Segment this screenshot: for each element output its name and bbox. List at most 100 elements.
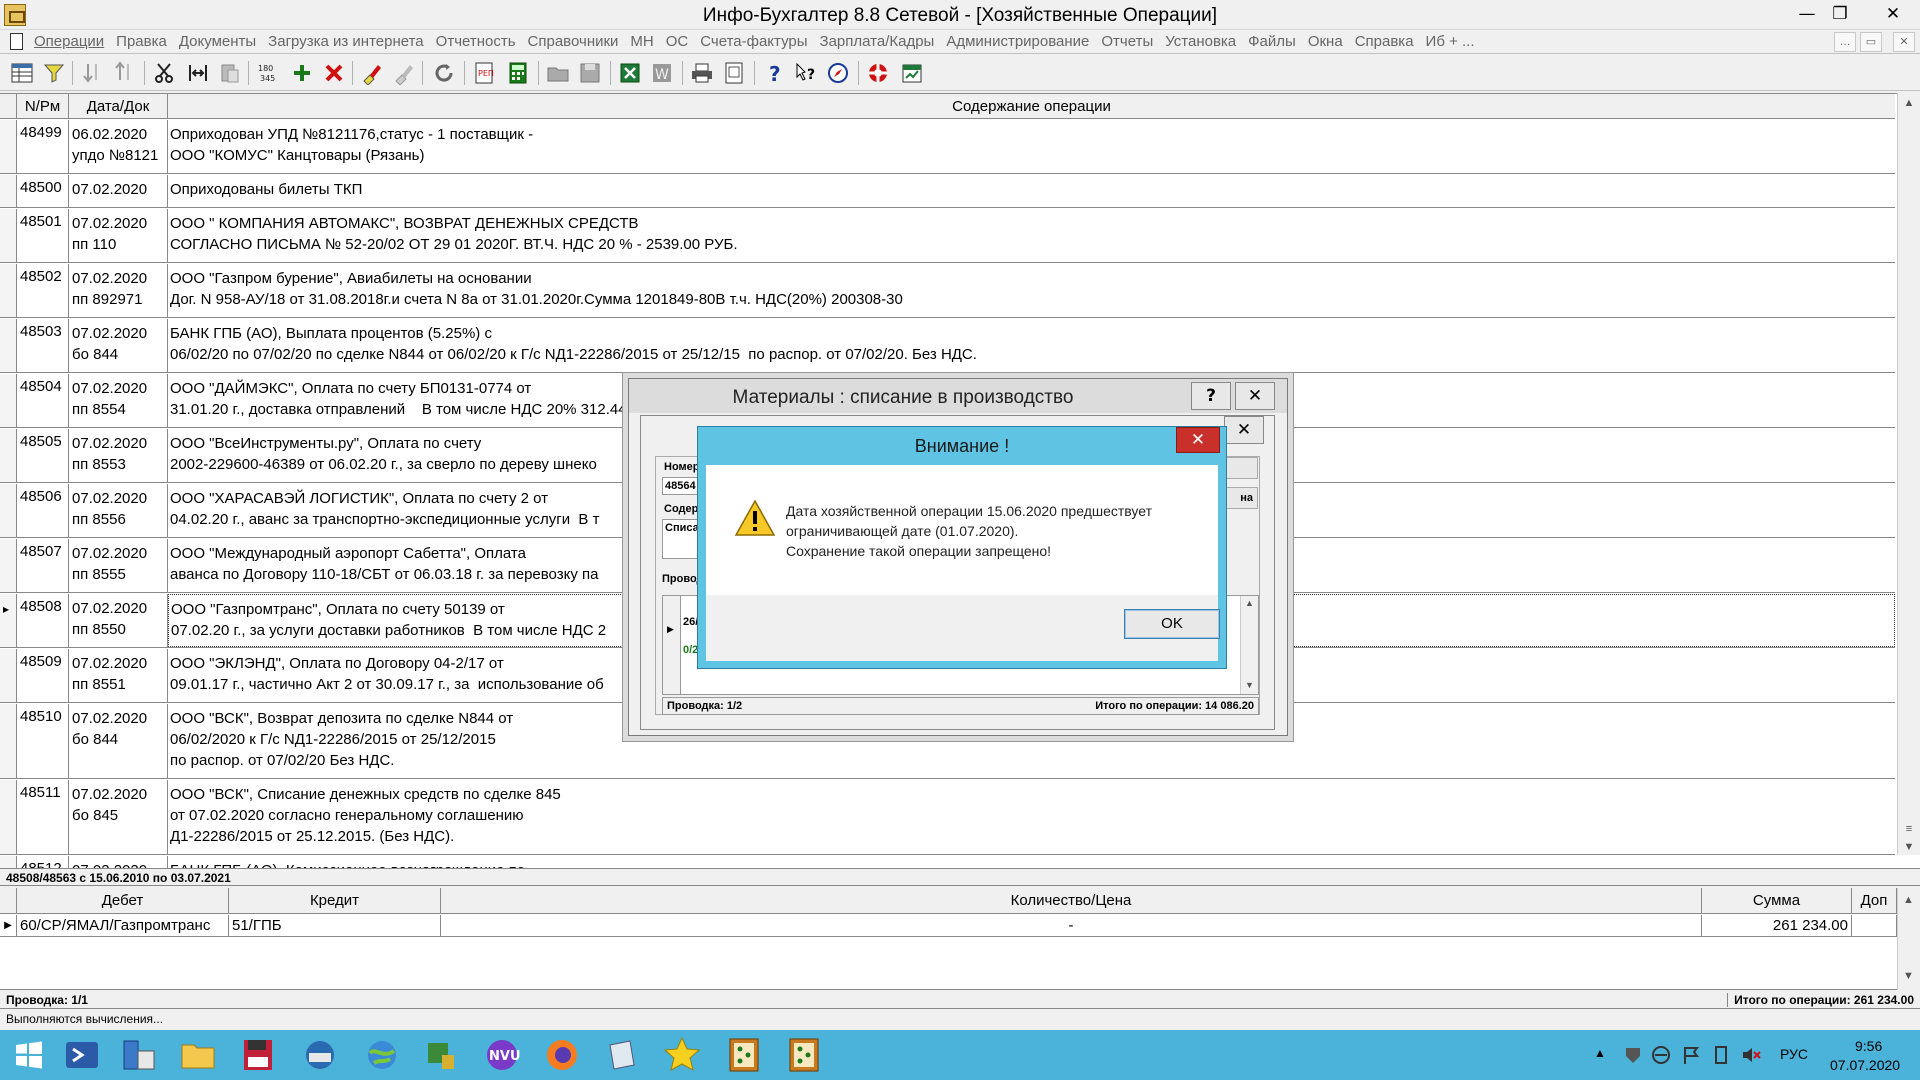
mdi-close-button[interactable]: ✕: [1893, 32, 1915, 52]
table-view-icon[interactable]: [10, 61, 34, 85]
row-indicator[interactable]: [0, 649, 17, 702]
table-row[interactable]: 4851207.02.2020 бо 142456БАНК ГПБ (АО), …: [0, 856, 1895, 868]
row-indicator[interactable]: [0, 539, 17, 592]
column-header-num[interactable]: N/Рм: [17, 94, 69, 119]
menu-item[interactable]: Зарплата/Кадры: [820, 33, 935, 50]
report-icon[interactable]: РЕП: [472, 61, 496, 85]
menu-item[interactable]: Загрузка из интернета: [268, 33, 423, 50]
row-indicator[interactable]: [0, 484, 17, 537]
sort-up-icon[interactable]: [112, 61, 136, 85]
menu-item[interactable]: Иб + ...: [1426, 33, 1475, 50]
infobuh-save-icon[interactable]: [232, 1035, 284, 1075]
scroll-grip-icon[interactable]: ≡: [1902, 823, 1916, 837]
materials-help-button[interactable]: ?: [1191, 382, 1231, 410]
row-indicator[interactable]: [0, 704, 17, 778]
entries-scroll-up-icon[interactable]: ▲: [1903, 894, 1914, 906]
row-indicator[interactable]: [0, 856, 17, 868]
row-indicator[interactable]: [0, 319, 17, 372]
entry-extra[interactable]: [1852, 915, 1897, 937]
column-header-date[interactable]: Дата/Док: [69, 94, 168, 119]
entry-qty[interactable]: -: [441, 915, 1702, 937]
mdi-restore-button[interactable]: ▭: [1860, 32, 1882, 52]
globe-icon[interactable]: [356, 1035, 408, 1075]
tray-expand-icon[interactable]: ▲: [1594, 1046, 1606, 1060]
postings-scroll-down-icon[interactable]: ▼: [1245, 680, 1254, 690]
column-header-debit[interactable]: Дебет: [17, 888, 229, 914]
tray-language[interactable]: РУС: [1780, 1046, 1808, 1062]
column-header-qty[interactable]: Количество/Цена: [441, 888, 1702, 914]
menu-item[interactable]: Правка: [116, 33, 167, 50]
scroll-down-arrow-icon[interactable]: ▼: [1902, 841, 1916, 855]
preview-icon[interactable]: [722, 61, 746, 85]
calculator-icon[interactable]: [506, 61, 530, 85]
add-icon[interactable]: [290, 61, 314, 85]
entry-sum[interactable]: 261 234.00: [1702, 915, 1852, 937]
sort-down-icon[interactable]: [80, 61, 104, 85]
table-row[interactable]: 48502 07.02.2020 пп 892971 ООО "Газпром бу…: [0, 264, 1895, 318]
table-row[interactable]: 48500 07.02.2020 Оприходованы билеты ТКП: [0, 175, 1895, 208]
menu-item[interactable]: Окна: [1308, 33, 1343, 50]
refresh-icon[interactable]: [432, 61, 456, 85]
context-help-icon[interactable]: ?: [794, 61, 818, 85]
mark-icon[interactable]: [360, 61, 384, 85]
postings-scroll-up-icon[interactable]: ▲: [1245, 598, 1254, 608]
materials-form-close-button[interactable]: ✕: [1224, 416, 1264, 444]
row-indicator[interactable]: ▸: [0, 594, 17, 647]
row-indicator[interactable]: [0, 780, 17, 854]
menu-item[interactable]: Документы: [179, 33, 256, 50]
network-lock-icon[interactable]: [414, 1035, 466, 1075]
entry-debit[interactable]: 60/СР/ЯМАЛ/Газпромтранс: [17, 915, 229, 937]
excel-icon[interactable]: [618, 61, 642, 85]
tray-shield-icon[interactable]: [1622, 1044, 1644, 1066]
tray-network-icon[interactable]: [1650, 1044, 1672, 1066]
mdi-minimize-button[interactable]: …: [1834, 32, 1856, 52]
close-button[interactable]: ✕: [1873, 2, 1913, 28]
paste-icon[interactable]: [218, 61, 242, 85]
menu-item[interactable]: Администрирование: [946, 33, 1089, 50]
nvu-icon[interactable]: NVU: [476, 1035, 528, 1075]
filter-icon[interactable]: [42, 61, 66, 85]
table-row[interactable]: 48511 07.02.2020 бо 845 ООО "ВСК", Списани…: [0, 780, 1895, 855]
alert-close-button[interactable]: ✕: [1176, 427, 1220, 453]
menu-item[interactable]: Операции: [34, 33, 104, 50]
unmark-icon[interactable]: [392, 61, 416, 85]
save-icon[interactable]: [578, 61, 602, 85]
tray-time[interactable]: 9:56: [1855, 1038, 1882, 1054]
menu-item[interactable]: Установка: [1165, 33, 1236, 50]
numbering-icon[interactable]: 180345: [256, 61, 280, 85]
ok-button[interactable]: OK: [1124, 609, 1220, 639]
table-row[interactable]: 48503 07.02.2020 бо 844 БАНК ГПБ (АО), Вып…: [0, 319, 1895, 373]
menu-item[interactable]: ОС: [666, 33, 689, 50]
menu-item[interactable]: Справочники: [528, 33, 619, 50]
abacus-icon-1[interactable]: [718, 1035, 770, 1075]
star-icon[interactable]: [656, 1035, 708, 1075]
menu-item[interactable]: Справка: [1355, 33, 1414, 50]
column-header-credit[interactable]: Кредит: [229, 888, 441, 914]
tray-date[interactable]: 07.07.2020: [1830, 1057, 1900, 1073]
maximize-button[interactable]: ❐: [1820, 2, 1860, 28]
row-indicator[interactable]: [0, 429, 17, 482]
open-folder-icon[interactable]: [546, 61, 570, 85]
print-icon[interactable]: [690, 61, 714, 85]
menu-item[interactable]: Файлы: [1248, 33, 1296, 50]
entries-scrollbar[interactable]: ▲ ▼: [1897, 888, 1920, 990]
lifebuoy-icon[interactable]: [866, 61, 890, 85]
menu-item[interactable]: Счета-фактуры: [700, 33, 807, 50]
row-indicator[interactable]: [0, 175, 17, 207]
cut-icon[interactable]: [152, 61, 176, 85]
windows-start-icon[interactable]: [2, 1035, 54, 1075]
abacus-icon-2[interactable]: [778, 1035, 830, 1075]
entries-scroll-down-icon[interactable]: ▼: [1903, 970, 1914, 982]
split-icon[interactable]: [186, 61, 210, 85]
compass-icon[interactable]: [826, 61, 850, 85]
server-manager-icon[interactable]: [112, 1035, 164, 1075]
table-row[interactable]: 48499 06.02.2020 упдо №8121 Оприходован УП…: [0, 120, 1895, 174]
column-header-content[interactable]: Содержание операции: [168, 94, 1895, 119]
delete-icon[interactable]: [322, 61, 346, 85]
row-indicator[interactable]: [0, 264, 17, 317]
powershell-icon[interactable]: [56, 1035, 108, 1075]
file-explorer-icon[interactable]: [172, 1035, 224, 1075]
document-icon[interactable]: [10, 33, 23, 50]
row-indicator[interactable]: [0, 209, 17, 262]
postings-scrollbar[interactable]: ▲ ▼: [1240, 596, 1258, 694]
